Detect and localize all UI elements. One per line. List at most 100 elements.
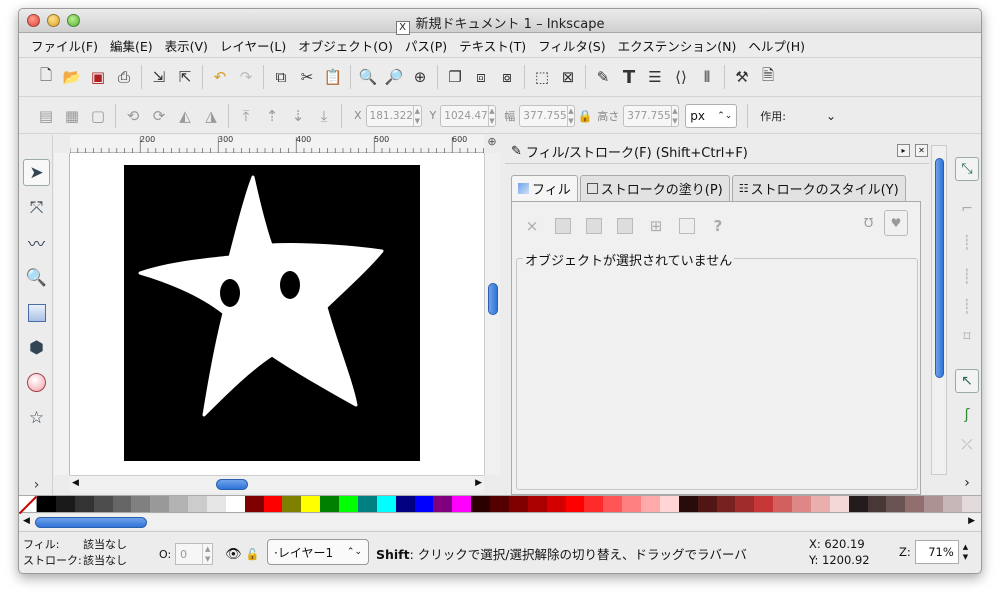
radial-gradient-icon[interactable] bbox=[615, 216, 635, 236]
palette-swatch[interactable] bbox=[37, 496, 56, 512]
vscroll-thumb[interactable] bbox=[488, 283, 498, 315]
deselect-icon[interactable]: ▢ bbox=[85, 103, 111, 129]
tab-stroke-paint[interactable]: ストロークの塗り(P) bbox=[579, 175, 730, 201]
palette-swatch[interactable] bbox=[546, 496, 566, 512]
fill-stroke-icon[interactable]: ✎ bbox=[590, 64, 616, 90]
zoom-corner-icon[interactable]: ⊕ bbox=[484, 135, 500, 153]
raise-icon[interactable]: ⇡ bbox=[259, 103, 285, 129]
width-stepper[interactable]: ▲ ▼ bbox=[566, 105, 575, 126]
palette-swatch[interactable] bbox=[339, 496, 358, 512]
snap-bbox-midpoint-icon[interactable]: ┊ bbox=[955, 295, 979, 319]
palette-swatch[interactable] bbox=[867, 496, 887, 512]
y-stepper[interactable]: ▲ ▼ bbox=[487, 105, 496, 126]
snap-paths-icon[interactable]: ʃ bbox=[955, 403, 979, 427]
menu-layer[interactable]: レイヤー(L) bbox=[214, 36, 292, 55]
palette-swatch[interactable] bbox=[641, 496, 660, 512]
palette-swatch[interactable] bbox=[244, 496, 264, 512]
palette-swatch[interactable] bbox=[263, 496, 283, 512]
close-dialog-icon[interactable]: ✕ bbox=[915, 144, 928, 157]
fill-rule-nonzero-icon[interactable]: ♥ bbox=[884, 210, 908, 236]
rotate-cw-icon[interactable]: ⟳ bbox=[146, 103, 172, 129]
menu-path[interactable]: パス(P) bbox=[399, 36, 453, 55]
fill-rule-evenodd-icon[interactable]: Ʊ bbox=[864, 216, 873, 230]
palette-swatch[interactable] bbox=[414, 496, 434, 512]
palette-swatch[interactable] bbox=[55, 496, 75, 512]
cut-icon[interactable]: ✂ bbox=[294, 64, 320, 90]
palette-swatch[interactable] bbox=[188, 496, 207, 512]
star-tool-icon[interactable]: ☆ bbox=[23, 404, 50, 431]
more-tools-chevron-icon[interactable]: › bbox=[23, 471, 50, 498]
menu-help[interactable]: ヘルプ(H) bbox=[742, 36, 811, 55]
palette-swatch[interactable] bbox=[508, 496, 528, 512]
more-snap-chevron-icon[interactable]: › bbox=[955, 471, 979, 495]
xml-editor-icon[interactable]: ⟨⟩ bbox=[668, 64, 694, 90]
menu-text[interactable]: テキスト(T) bbox=[453, 36, 532, 55]
no-color-swatch[interactable] bbox=[19, 496, 37, 512]
no-paint-icon[interactable]: × bbox=[522, 216, 542, 236]
palette-swatch[interactable] bbox=[452, 496, 472, 512]
x-field[interactable]: 181.322 ▲ ▼ bbox=[365, 104, 422, 127]
chevron-down-icon[interactable]: ⌄ bbox=[818, 103, 844, 129]
palette-swatch[interactable] bbox=[886, 496, 906, 512]
palette-swatch[interactable] bbox=[829, 496, 849, 512]
palette-swatch[interactable] bbox=[943, 496, 962, 512]
palette-swatch[interactable] bbox=[301, 496, 321, 512]
zoom-field[interactable]: 71% bbox=[914, 540, 959, 564]
snap-intersections-icon[interactable]: ⤫ bbox=[955, 433, 979, 457]
layer-select[interactable]: ·レイヤー1 ⌃⌄ bbox=[267, 539, 369, 565]
palette-swatch[interactable] bbox=[112, 496, 132, 512]
palette-swatch[interactable] bbox=[622, 496, 641, 512]
menu-view[interactable]: 表示(V) bbox=[159, 36, 214, 55]
palette-swatch[interactable] bbox=[716, 496, 736, 512]
node-tool-icon[interactable]: ⤧ bbox=[23, 194, 50, 221]
menu-edit[interactable]: 編集(E) bbox=[104, 36, 159, 55]
height-stepper[interactable]: ▲ ▼ bbox=[670, 105, 679, 126]
palette-swatch[interactable] bbox=[924, 496, 943, 512]
dock-scroll-thumb[interactable] bbox=[935, 158, 944, 378]
width-field[interactable]: 377.755 ▲ ▼ bbox=[519, 104, 576, 127]
palette-swatch[interactable] bbox=[678, 496, 698, 512]
tab-stroke-style[interactable]: ☷ ストロークのスタイル(Y) bbox=[731, 175, 906, 201]
snap-bbox-icon[interactable]: ⌐ bbox=[955, 197, 979, 221]
palette-swatch[interactable] bbox=[490, 496, 509, 512]
palette-swatch[interactable] bbox=[150, 496, 170, 512]
palette-swatch[interactable] bbox=[961, 496, 981, 512]
palette-swatch[interactable] bbox=[792, 496, 811, 512]
swatch-icon[interactable] bbox=[677, 216, 697, 236]
snap-bbox-edge-icon[interactable]: ┊ bbox=[955, 231, 979, 255]
new-document-icon[interactable]: 🗋 bbox=[33, 64, 59, 90]
select-all-layers-icon[interactable]: ▦ bbox=[59, 103, 85, 129]
undo-icon[interactable]: ↶ bbox=[207, 64, 233, 90]
palette-scrollbar[interactable]: ◀ ▶ bbox=[19, 514, 981, 530]
clone-icon[interactable]: ⧈ bbox=[468, 64, 494, 90]
scroll-right-arrow-icon[interactable]: ▶ bbox=[475, 478, 482, 488]
menu-extensions[interactable]: エクステンション(N) bbox=[612, 36, 743, 55]
zoom-drawing-icon[interactable]: 🔎 bbox=[381, 64, 407, 90]
flip-vertical-icon[interactable]: ◮ bbox=[198, 103, 224, 129]
palette-swatch[interactable] bbox=[93, 496, 113, 512]
tweak-tool-icon[interactable]: 〰 bbox=[23, 229, 50, 256]
palette-swatch[interactable] bbox=[584, 496, 604, 512]
select-all-icon[interactable]: ▤ bbox=[33, 103, 59, 129]
text-font-icon[interactable]: T bbox=[616, 64, 642, 90]
opacity-field[interactable]: 0 ▲ ▼ bbox=[175, 543, 214, 565]
unlink-clone-icon[interactable]: ⧇ bbox=[494, 64, 520, 90]
lock-layer-icon[interactable]: 🔓 bbox=[246, 548, 260, 561]
palette-scroll-left-icon[interactable]: ◀ bbox=[23, 516, 30, 526]
align-distribute-icon[interactable]: ⫴ bbox=[694, 64, 720, 90]
lock-icon[interactable]: 🔒 bbox=[575, 103, 595, 129]
rectangle-tool-icon[interactable] bbox=[23, 299, 50, 326]
redo-icon[interactable]: ↷ bbox=[233, 64, 259, 90]
snap-bbox-center-icon[interactable]: ⌑ bbox=[955, 325, 979, 349]
palette-swatch[interactable] bbox=[433, 496, 453, 512]
palette-scroll-right-icon[interactable]: ▶ bbox=[968, 516, 975, 526]
palette-swatch[interactable] bbox=[206, 496, 226, 512]
duplicate-icon[interactable]: ❐ bbox=[442, 64, 468, 90]
selector-tool-icon[interactable]: ➤ bbox=[23, 159, 50, 186]
canvas-vertical-scrollbar[interactable] bbox=[484, 153, 500, 475]
enable-snapping-icon[interactable]: ⤡ bbox=[955, 157, 979, 181]
linear-gradient-icon[interactable] bbox=[584, 216, 604, 236]
flip-horizontal-icon[interactable]: ◭ bbox=[172, 103, 198, 129]
print-icon[interactable]: ⎙ bbox=[111, 64, 137, 90]
unset-paint-icon[interactable]: ? bbox=[708, 216, 728, 236]
